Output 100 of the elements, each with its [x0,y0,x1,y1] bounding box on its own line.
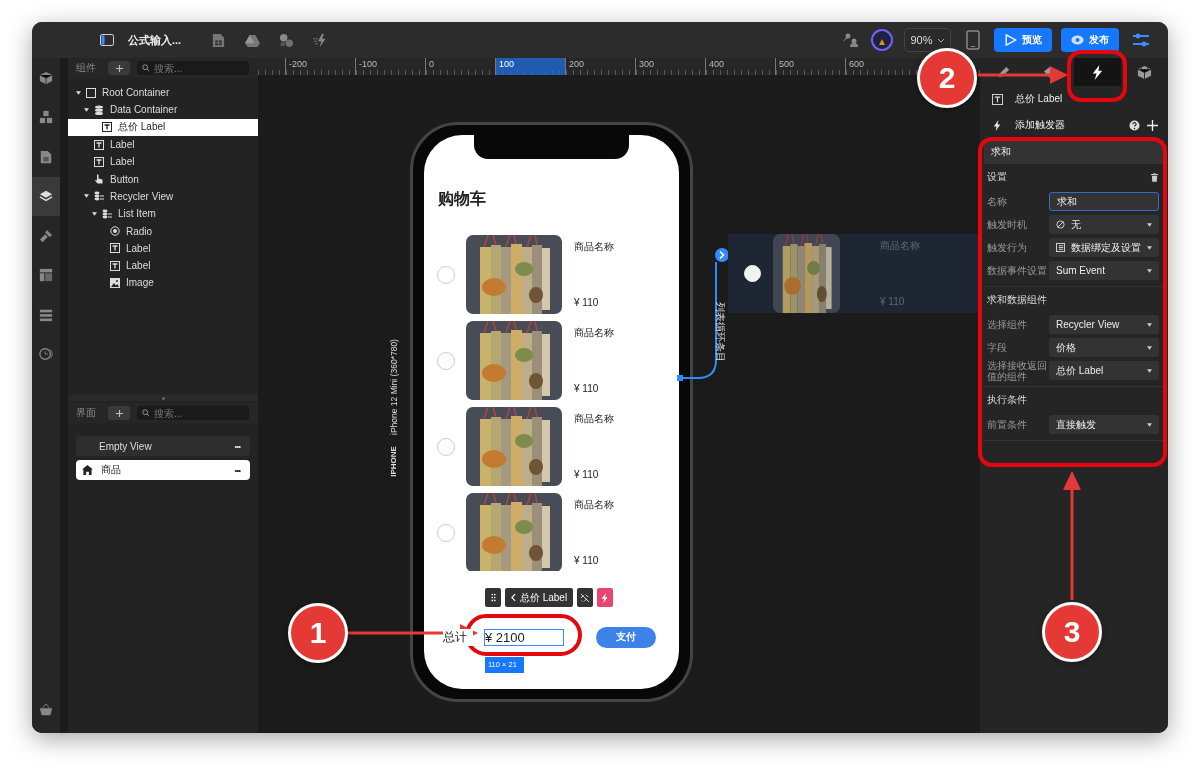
product-price: ¥ 110 [574,383,599,394]
tree-item[interactable]: Radio [68,222,258,240]
page-name: Empty View [99,440,152,452]
total-value[interactable]: ¥ 2100 [484,628,564,646]
dropdown[interactable]: Recycler View [1049,315,1159,334]
name-field[interactable]: 求和 [1049,192,1159,211]
caret-icon[interactable] [84,194,89,199]
caret-icon[interactable] [84,107,89,112]
ruler-label: -200 [285,58,355,75]
device-name: iPhone 12 Mini (360*780) [389,338,399,437]
tree-item[interactable]: Label [68,239,258,257]
list-icon [1056,243,1065,252]
frame-icon [86,87,96,98]
page-name: 商品 [101,463,121,477]
unlink-button[interactable] [577,588,593,607]
avatar[interactable] [871,29,893,51]
text-icon [94,139,104,150]
zoom-dropdown[interactable]: 90% [904,28,951,52]
tree-item[interactable]: Label [68,256,258,275]
search-field[interactable]: 搜索... [137,61,249,75]
dropdown[interactable]: 无 [1049,215,1159,234]
caret-icon [1147,368,1152,373]
dropdown[interactable]: 数据绑定及设置 [1049,238,1159,257]
product-name: 商品名称 [574,498,614,512]
settings-icon[interactable] [1132,32,1150,48]
dropdown[interactable]: Sum Event [1049,261,1159,280]
tree-item[interactable]: Image [68,274,258,292]
search-icon [142,409,150,417]
users-icon[interactable] [843,32,859,48]
ruler-label: 500 [775,58,845,75]
layers-icon [39,189,53,204]
dropdown[interactable]: 价格 [1049,338,1159,357]
clock-icon [39,347,53,362]
caret-icon [1147,322,1152,327]
help-icon[interactable] [1129,119,1140,131]
text-icon [102,122,112,133]
product-price: ¥ 110 [880,296,905,307]
triangle-icon[interactable] [245,32,261,48]
field-label: 前置条件 [987,419,1028,430]
product-price: ¥ 110 [574,469,599,480]
pay-button[interactable]: 支付 [596,626,656,648]
field-label: 选择组件 [987,319,1028,330]
database-icon [94,104,104,115]
search-field[interactable]: 搜索... [137,406,249,420]
parent-select-button[interactable]: 总价 Label [505,588,573,607]
tree-item[interactable]: List Item [68,205,258,223]
field-label: 选择接收返回值的组件 [987,359,1048,382]
dropdown[interactable]: 直接触发 [1049,415,1159,434]
drag-handle[interactable] [485,588,501,607]
preview-button[interactable]: 预览 [994,28,1052,52]
trigger-button[interactable] [597,588,613,607]
sidebar-toggle-icon[interactable] [100,34,114,46]
caret-icon[interactable] [92,211,97,216]
connector-label: 列表循环条目 [714,301,727,364]
inspector-tab[interactable] [1074,58,1121,86]
tree-item[interactable]: 总价 Label [68,118,258,136]
phone-icon[interactable] [966,30,980,50]
text-icon [992,93,1003,105]
add-button[interactable] [108,406,130,420]
grip-icon [490,593,496,602]
caret-icon [936,37,945,43]
tree-item[interactable]: Label [68,135,258,154]
ruler-label: 600 [845,58,915,75]
dropdown-value: 总价 Label [1056,363,1104,378]
page-item[interactable]: 商品 ••• [76,460,250,480]
product-price: ¥ 110 [574,297,599,308]
bolt-icon [992,119,1003,131]
component-name: 总价 Label [1015,92,1063,106]
page-item[interactable]: Empty View ••• [76,436,250,456]
device-type: IPHONE [388,445,398,479]
dropdown[interactable]: 总价 Label [1049,361,1159,380]
add-button[interactable] [108,61,130,75]
layout-icon [39,268,53,283]
more-menu[interactable]: ••• [234,465,240,475]
product-name: 商品名称 [574,412,614,426]
text-icon [110,243,120,254]
tree-item[interactable]: Data Container [68,101,258,119]
tree-item[interactable]: Root Container [68,84,258,102]
sidebar-tab[interactable] [32,176,60,216]
product-price: ¥ 110 [574,555,599,566]
tree-item[interactable]: Label [68,153,258,171]
publish-button[interactable]: 发布 [1061,28,1119,52]
field-label: 字段 [987,342,1008,353]
text-icon [110,260,120,271]
caret-icon[interactable] [76,90,81,95]
tree-item[interactable]: Recycler View [68,187,258,206]
tree-item[interactable]: Button [68,170,258,188]
more-menu[interactable]: ••• [234,441,240,451]
field-label: 触发时机 [987,219,1028,230]
link-handle[interactable] [715,248,729,262]
caret-icon [1147,222,1152,227]
spreadsheet-icon[interactable] [211,32,227,48]
trigger-header[interactable]: 求和 [984,140,1164,164]
circles-icon[interactable] [279,32,295,48]
add-icon[interactable] [1147,119,1158,131]
radio-icon [110,226,120,236]
field-label: 数据事件设置 [987,265,1048,276]
panel-title: 组件 [76,61,97,75]
add-trigger-label: 添加触发器 [1015,118,1065,132]
trash-icon[interactable] [1151,172,1158,182]
